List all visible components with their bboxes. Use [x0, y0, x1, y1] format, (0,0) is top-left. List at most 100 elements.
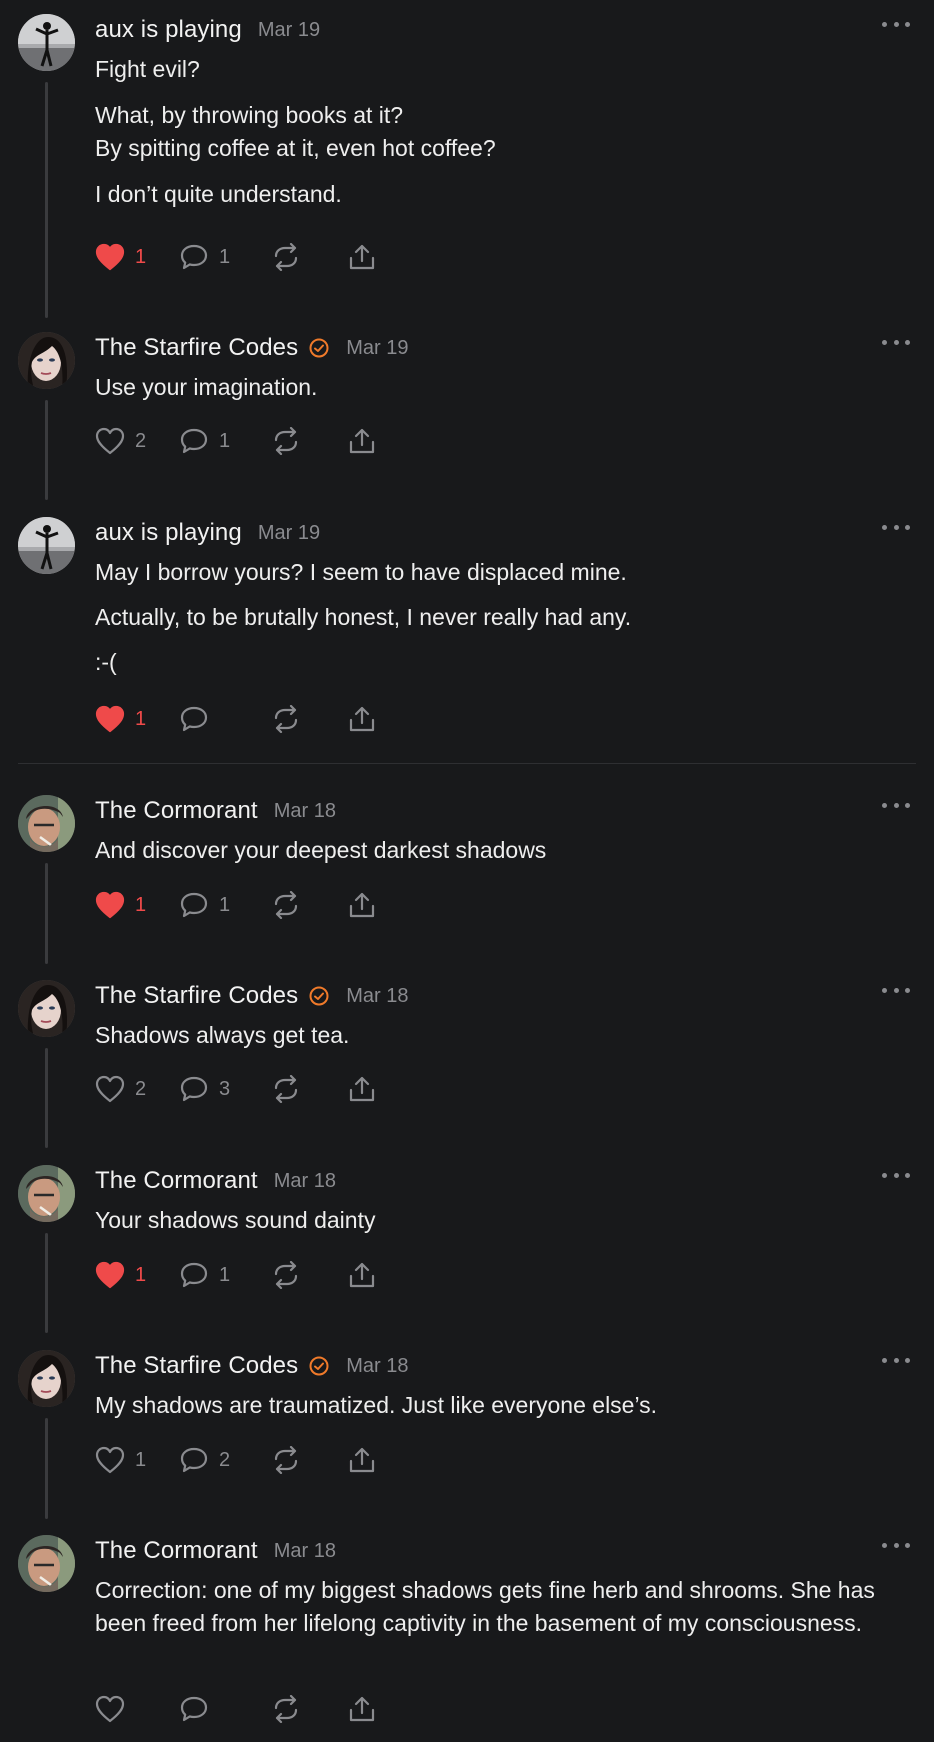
author-name[interactable]: The Cormorant	[95, 1167, 258, 1195]
like-button[interactable]	[95, 1692, 179, 1726]
repost-icon	[271, 427, 301, 455]
like-button[interactable]: 1	[95, 888, 179, 922]
comment-button[interactable]	[179, 702, 271, 736]
thread-connector-line	[45, 1418, 48, 1519]
man-avatar[interactable]	[18, 1165, 75, 1222]
silhouette-avatar[interactable]	[18, 14, 75, 71]
comment-count: 3	[219, 1077, 231, 1100]
post-actions: 1	[95, 702, 377, 736]
share-button[interactable]	[347, 240, 377, 274]
share-button[interactable]	[347, 888, 377, 922]
comment-count: 1	[219, 429, 231, 452]
share-button[interactable]	[347, 1443, 377, 1477]
like-count: 1	[135, 1448, 147, 1471]
author-name[interactable]: aux is playing	[95, 16, 242, 44]
share-button[interactable]	[347, 1072, 377, 1106]
post-date[interactable]: Mar 19	[258, 19, 320, 42]
share-button[interactable]	[347, 424, 377, 458]
like-button[interactable]: 1	[95, 702, 179, 736]
post-paragraph: My shadows are traumatized. Just like ev…	[95, 1392, 658, 1418]
post-actions: 23	[95, 1072, 377, 1106]
thread-connector-line	[45, 1233, 48, 1333]
author-name[interactable]: The Cormorant	[95, 1537, 258, 1565]
comment-icon	[179, 891, 209, 919]
like-button[interactable]: 2	[95, 424, 179, 458]
repost-icon	[271, 1446, 301, 1474]
post-date[interactable]: Mar 18	[274, 800, 336, 823]
verified-badge-icon	[308, 1355, 330, 1377]
post-date[interactable]: Mar 19	[258, 522, 320, 545]
share-icon	[347, 1695, 377, 1723]
comment-button[interactable]: 1	[179, 1258, 271, 1292]
repost-button[interactable]	[271, 1258, 347, 1292]
more-options-icon[interactable]	[882, 1539, 910, 1551]
comment-button[interactable]: 2	[179, 1443, 271, 1477]
like-button[interactable]: 2	[95, 1072, 179, 1106]
share-button[interactable]	[347, 1692, 377, 1726]
post-paragraph: Your shadows sound dainty	[95, 1207, 376, 1233]
share-icon	[347, 1261, 377, 1289]
man-avatar[interactable]	[18, 1535, 75, 1592]
author-name[interactable]: The Starfire Codes	[95, 334, 298, 362]
like-count: 2	[135, 1077, 147, 1100]
author-name[interactable]: The Starfire Codes	[95, 1352, 298, 1380]
post-meta: aux is playing Mar 19	[95, 517, 900, 549]
post-text: And discover your deepest darkest shadow…	[95, 834, 900, 867]
comment-icon	[179, 1075, 209, 1103]
share-button[interactable]	[347, 1258, 377, 1292]
comment-icon	[179, 427, 209, 455]
post-date[interactable]: Mar 18	[346, 985, 408, 1008]
more-options-icon[interactable]	[882, 521, 910, 533]
comment-button[interactable]	[179, 1692, 271, 1726]
comment-count: 2	[219, 1448, 231, 1471]
post-text: May I borrow yours? I seem to have displ…	[95, 556, 900, 679]
woman-avatar[interactable]	[18, 332, 75, 389]
post-date[interactable]: Mar 18	[346, 1355, 408, 1378]
repost-icon	[271, 243, 301, 271]
post-text: Fight evil? What, by throwing books at it…	[95, 53, 900, 211]
comment-button[interactable]: 1	[179, 240, 271, 274]
more-options-icon[interactable]	[882, 984, 910, 996]
man-avatar[interactable]	[18, 795, 75, 852]
like-button[interactable]: 1	[95, 240, 179, 274]
comment-button[interactable]: 1	[179, 424, 271, 458]
woman-avatar[interactable]	[18, 1350, 75, 1407]
repost-button[interactable]	[271, 1072, 347, 1106]
post-text: Shadows always get tea.	[95, 1019, 900, 1052]
like-button[interactable]: 1	[95, 1443, 179, 1477]
post-text: Correction: one of my biggest shadows ge…	[95, 1574, 900, 1640]
more-options-icon[interactable]	[882, 1354, 910, 1366]
repost-icon	[271, 891, 301, 919]
repost-button[interactable]	[271, 240, 347, 274]
repost-button[interactable]	[271, 424, 347, 458]
author-name[interactable]: The Cormorant	[95, 797, 258, 825]
like-button[interactable]: 1	[95, 1258, 179, 1292]
more-options-icon[interactable]	[882, 799, 910, 811]
repost-icon	[271, 705, 301, 733]
comment-button[interactable]: 3	[179, 1072, 271, 1106]
comment-count: 1	[219, 245, 231, 268]
author-name[interactable]: aux is playing	[95, 519, 242, 547]
woman-avatar[interactable]	[18, 980, 75, 1037]
repost-button[interactable]	[271, 1443, 347, 1477]
comment-button[interactable]: 1	[179, 888, 271, 922]
post-actions	[95, 1692, 377, 1726]
like-count: 2	[135, 429, 147, 452]
more-options-icon[interactable]	[882, 18, 910, 30]
silhouette-avatar[interactable]	[18, 517, 75, 574]
repost-button[interactable]	[271, 1692, 347, 1726]
like-count: 1	[135, 1263, 147, 1286]
more-options-icon[interactable]	[882, 1169, 910, 1181]
post-content: The Cormorant Mar 18 And discover your dee…	[95, 795, 900, 867]
post-content: The Starfire Codes Mar 18 Shadows always g…	[95, 980, 900, 1052]
share-button[interactable]	[347, 702, 377, 736]
author-name[interactable]: The Starfire Codes	[95, 982, 298, 1010]
post-date[interactable]: Mar 18	[274, 1170, 336, 1193]
heart-filled-icon	[95, 705, 125, 733]
post-date[interactable]: Mar 19	[346, 337, 408, 360]
repost-button[interactable]	[271, 888, 347, 922]
repost-button[interactable]	[271, 702, 347, 736]
post-date[interactable]: Mar 18	[274, 1540, 336, 1563]
more-options-icon[interactable]	[882, 336, 910, 348]
post-paragraph: Actually, to be brutally honest, I never…	[95, 604, 632, 630]
